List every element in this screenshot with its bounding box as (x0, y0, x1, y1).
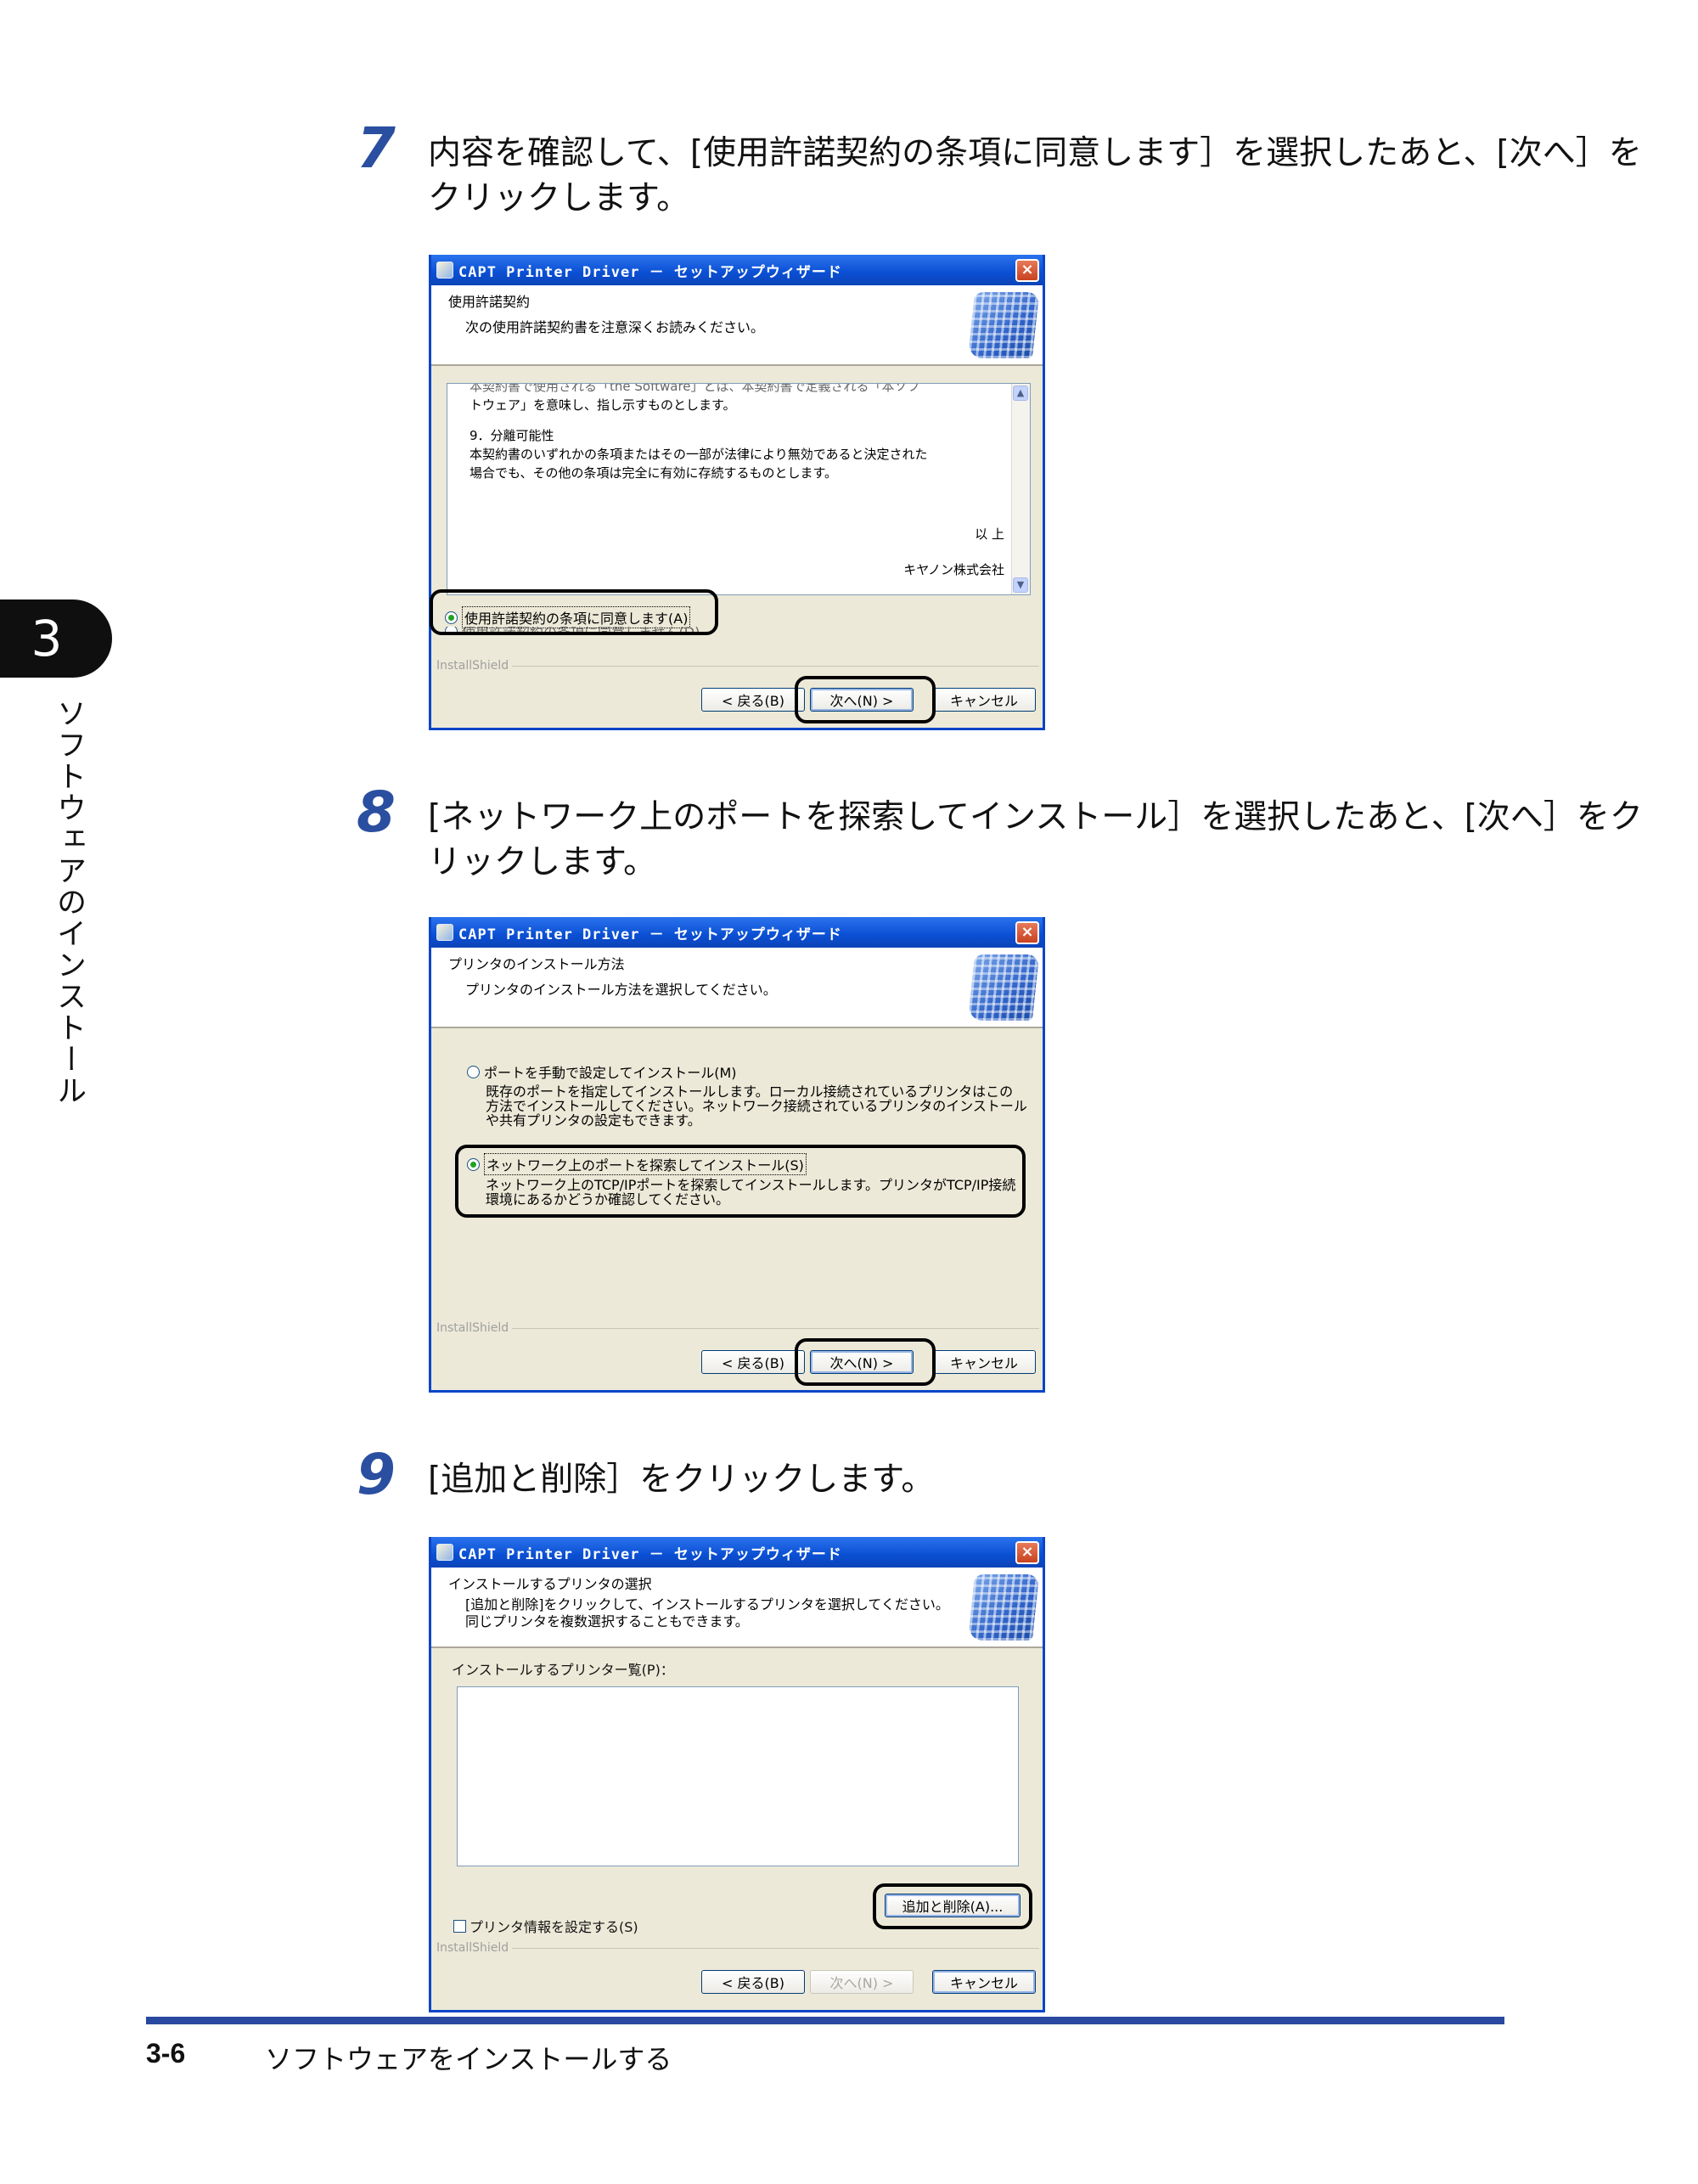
network-port-description: ネットワーク上のTCP/IPポートを探索してインストールします。プリンタがTCP… (486, 1177, 1016, 1207)
back-button[interactable]: < 戻る(B) (701, 1970, 805, 1994)
manual-port-radio[interactable] (467, 1065, 480, 1078)
header-subtitle: プリンタのインストール方法を選択してください。 (465, 982, 777, 998)
decline-radio-row[interactable]: 使用許諾契約の条項に同意しません(D) (445, 627, 700, 635)
chapter-side-label: ソフトウェアのインストール (52, 698, 86, 1106)
dialog-title: CAPT Printer Driver － セットアップウィザード (458, 1545, 842, 1563)
footer-section-title: ソフトウェアをインストールする (265, 2043, 672, 2075)
next-button[interactable]: 次へ(N) > (810, 1350, 914, 1374)
dialog-header: インストールするプリンタの選択 [追加と削除]をクリックして、インストールするプ… (431, 1568, 1043, 1648)
network-port-radio[interactable] (467, 1157, 480, 1171)
chapter-tab: 3 (0, 599, 112, 678)
cancel-button[interactable]: キャンセル (932, 1350, 1036, 1374)
wizard-graphic-icon (967, 1574, 1040, 1641)
app-icon (436, 262, 453, 279)
decline-radio[interactable] (445, 627, 458, 635)
license-line: 本契約書で使用される「the Software」とは、本契約書で定義される「本ソ… (469, 383, 920, 394)
manual-port-option[interactable]: ポートを手動で設定してインストール(M) 既存のポートを指定してインストールしま… (467, 1061, 1027, 1128)
header-subtitle: 次の使用許諾契約書を注意深くお読みください。 (465, 319, 765, 335)
license-scrollbar[interactable]: ▲ ▼ (1011, 384, 1030, 594)
next-button: 次へ(N) > (810, 1970, 914, 1994)
page-number: 3-6 (146, 2038, 186, 2069)
chapter-number: 3 (31, 610, 63, 667)
header-title: プリンタのインストール方法 (448, 956, 625, 972)
license-dialog: CAPT Printer Driver － セットアップウィザード × 使用許諾… (429, 255, 1045, 730)
license-line: トウェア」を意味し、指し示すものとします。 (469, 397, 736, 413)
decline-radio-label[interactable]: 使用許諾契約の条項に同意しません(D) (462, 627, 700, 635)
step-instruction: [ネットワーク上のポートを探索してインストール］を選択したあと、[次へ］をクリッ… (428, 798, 1643, 881)
header-subtitle: [追加と削除]をクリックして、インストールするプリンタを選択してください。 同じ… (465, 1596, 949, 1630)
printer-info-checkbox-label[interactable]: プリンタ情報を設定する(S) (469, 1916, 638, 1936)
dialog-titlebar[interactable]: CAPT Printer Driver － セットアップウィザード (431, 1537, 1043, 1568)
dialog-header: プリンタのインストール方法 プリンタのインストール方法を選択してください。 (431, 948, 1043, 1028)
network-port-option[interactable]: ネットワーク上のポートを探索してインストール(S) ネットワーク上のTCP/IP… (467, 1153, 1015, 1207)
license-line: 本契約書のいずれかの条項またはその一部が法律により無効であると決定された (469, 447, 928, 462)
close-icon[interactable]: × (1015, 921, 1039, 944)
back-button[interactable]: < 戻る(B) (701, 1350, 805, 1374)
scroll-down-icon[interactable]: ▼ (1013, 577, 1028, 593)
manual-port-description: 既存のポートを指定してインストールします。ローカル接続されているプリンタはこの … (486, 1084, 1027, 1129)
wizard-graphic-icon (967, 954, 1040, 1021)
network-port-label[interactable]: ネットワーク上のポートを探索してインストール(S) (484, 1153, 807, 1175)
printer-list-label: インストールするプリンター覧(P)： (452, 1662, 674, 1678)
printer-info-checkbox[interactable] (453, 1919, 466, 1933)
license-line: キヤノン株式会社 (903, 562, 1004, 577)
license-line: 場合でも、その他の条項は完全に有効に存続するものとします。 (469, 465, 838, 481)
add-remove-button[interactable]: 追加と削除(A)... (885, 1894, 1020, 1917)
close-icon[interactable]: × (1015, 259, 1039, 282)
dialog-titlebar[interactable]: CAPT Printer Driver － セットアップウィザード (431, 917, 1043, 948)
accept-radio-row[interactable]: 使用許諾契約の条項に同意します(A) (445, 606, 691, 628)
step-instruction: 内容を確認して、[使用許諾契約の条項に同意します］を選択したあと、[次へ］をクリ… (428, 134, 1642, 217)
step-number: 8 (357, 780, 396, 845)
footer-rule (146, 2017, 1504, 2024)
dialog-titlebar[interactable]: CAPT Printer Driver － セットアップウィザード (431, 255, 1043, 285)
license-line: 9．分離可能性 (469, 428, 554, 443)
back-button[interactable]: < 戻る(B) (701, 688, 805, 712)
install-method-dialog: CAPT Printer Driver － セットアップウィザード × プリンタ… (429, 917, 1045, 1393)
app-icon (436, 1544, 453, 1561)
manual-port-label[interactable]: ポートを手動で設定してインストール(M) (484, 1061, 737, 1082)
header-title: 使用許諾契約 (448, 294, 531, 310)
app-icon (436, 924, 453, 941)
installshield-label: InstallShield (436, 659, 1039, 673)
next-button[interactable]: 次へ(N) > (810, 688, 914, 712)
step-number: 9 (357, 1442, 396, 1507)
wizard-graphic-icon (967, 292, 1040, 358)
printer-info-checkbox-row[interactable]: プリンタ情報を設定する(S) (453, 1916, 638, 1936)
printer-select-dialog: CAPT Printer Driver － セットアップウィザード × インスト… (429, 1537, 1045, 2012)
step-instruction: [追加と削除］をクリックします。 (428, 1461, 935, 1499)
dialog-header: 使用許諾契約 次の使用許諾契約書を注意深くお読みください。 (431, 285, 1043, 366)
cancel-button[interactable]: キャンセル (932, 1970, 1036, 1994)
installshield-label: InstallShield (436, 1321, 1039, 1335)
printer-list[interactable] (457, 1686, 1019, 1866)
accept-radio[interactable] (445, 611, 458, 624)
header-title: インストールするプリンタの選択 (448, 1576, 652, 1592)
step-number: 7 (357, 115, 396, 181)
license-text-box[interactable]: 本契約書で使用される「the Software」とは、本契約書で定義される「本ソ… (447, 383, 1031, 595)
close-icon[interactable]: × (1015, 1541, 1039, 1564)
license-line: 以 上 (975, 526, 1004, 542)
scroll-up-icon[interactable]: ▲ (1013, 386, 1028, 401)
cancel-button[interactable]: キャンセル (932, 688, 1036, 712)
dialog-title: CAPT Printer Driver － セットアップウィザード (458, 263, 842, 281)
dialog-title: CAPT Printer Driver － セットアップウィザード (458, 926, 842, 943)
installshield-label: InstallShield (436, 1941, 1039, 1955)
accept-radio-label[interactable]: 使用許諾契約の条項に同意します(A) (462, 606, 691, 628)
